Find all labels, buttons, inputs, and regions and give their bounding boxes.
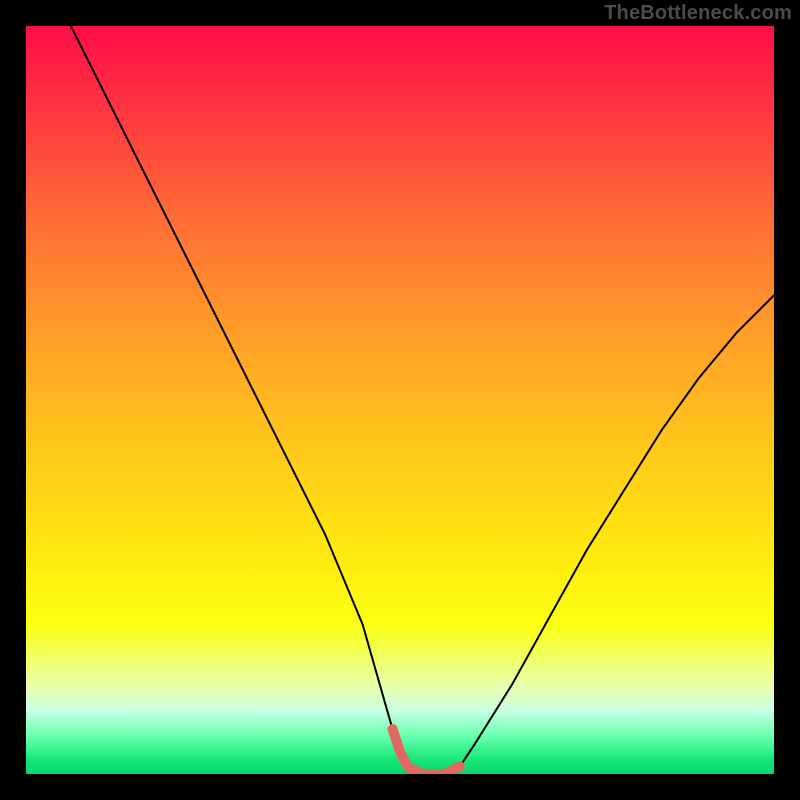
- highlight-segment-path: [393, 729, 460, 774]
- frame-border-right: [774, 0, 800, 800]
- frame-border-bottom: [0, 774, 800, 800]
- frame-border-left: [0, 0, 26, 800]
- watermark-text: TheBottleneck.com: [604, 2, 792, 25]
- bottleneck-curve-path: [71, 26, 774, 774]
- chart-overlay: [26, 26, 774, 774]
- chart-frame: TheBottleneck.com: [0, 0, 800, 800]
- plot-area: [26, 26, 774, 774]
